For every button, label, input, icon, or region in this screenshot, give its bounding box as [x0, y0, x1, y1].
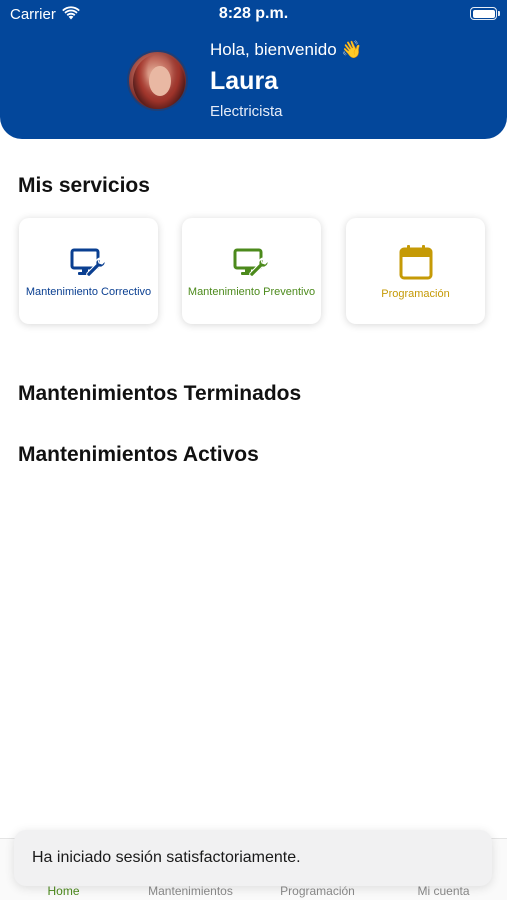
profile-header: Carrier 8:28 p.m. Hola, bienvenido 👋 Lau…: [0, 0, 507, 139]
active-section-title: Mantenimientos Activos: [18, 443, 259, 466]
battery-icon: [470, 7, 500, 20]
service-label: Mantenimiento Correctivo: [25, 286, 152, 298]
service-card-programacion[interactable]: Programación: [346, 218, 485, 324]
tab-home[interactable]: Home: [0, 884, 127, 898]
service-label: Programación: [381, 288, 450, 300]
user-name: Laura: [210, 67, 279, 95]
greeting-text: Hola, bienvenido 👋: [210, 40, 363, 59]
clock: 8:28 p.m.: [218, 5, 289, 22]
services-section-title: Mis servicios: [18, 174, 150, 197]
monitor-wrench-icon: [233, 248, 269, 277]
service-card-preventivo[interactable]: Mantenimiento Preventivo: [182, 218, 321, 324]
calendar-icon: [399, 245, 432, 280]
tab-mi-cuenta[interactable]: Mi cuenta: [380, 884, 507, 898]
status-bar: Carrier 8:28 p.m.: [0, 0, 507, 28]
service-card-correctivo[interactable]: Mantenimiento Correctivo: [19, 218, 158, 324]
avatar[interactable]: [127, 50, 188, 111]
toast-message: Ha iniciado sesión satisfactoriamente.: [32, 849, 301, 866]
tab-programacion[interactable]: Programación: [254, 884, 381, 898]
toast-notification[interactable]: Ha iniciado sesión satisfactoriamente.: [14, 830, 492, 886]
service-label: Mantenimiento Preventivo: [187, 286, 316, 298]
home-screen: Carrier 8:28 p.m. Hola, bienvenido 👋 Lau…: [0, 0, 507, 900]
finished-section-title: Mantenimientos Terminados: [18, 382, 302, 405]
tab-mantenimientos[interactable]: Mantenimientos: [127, 884, 254, 898]
user-role: Electricista: [210, 103, 283, 120]
monitor-wrench-icon: [70, 248, 106, 277]
